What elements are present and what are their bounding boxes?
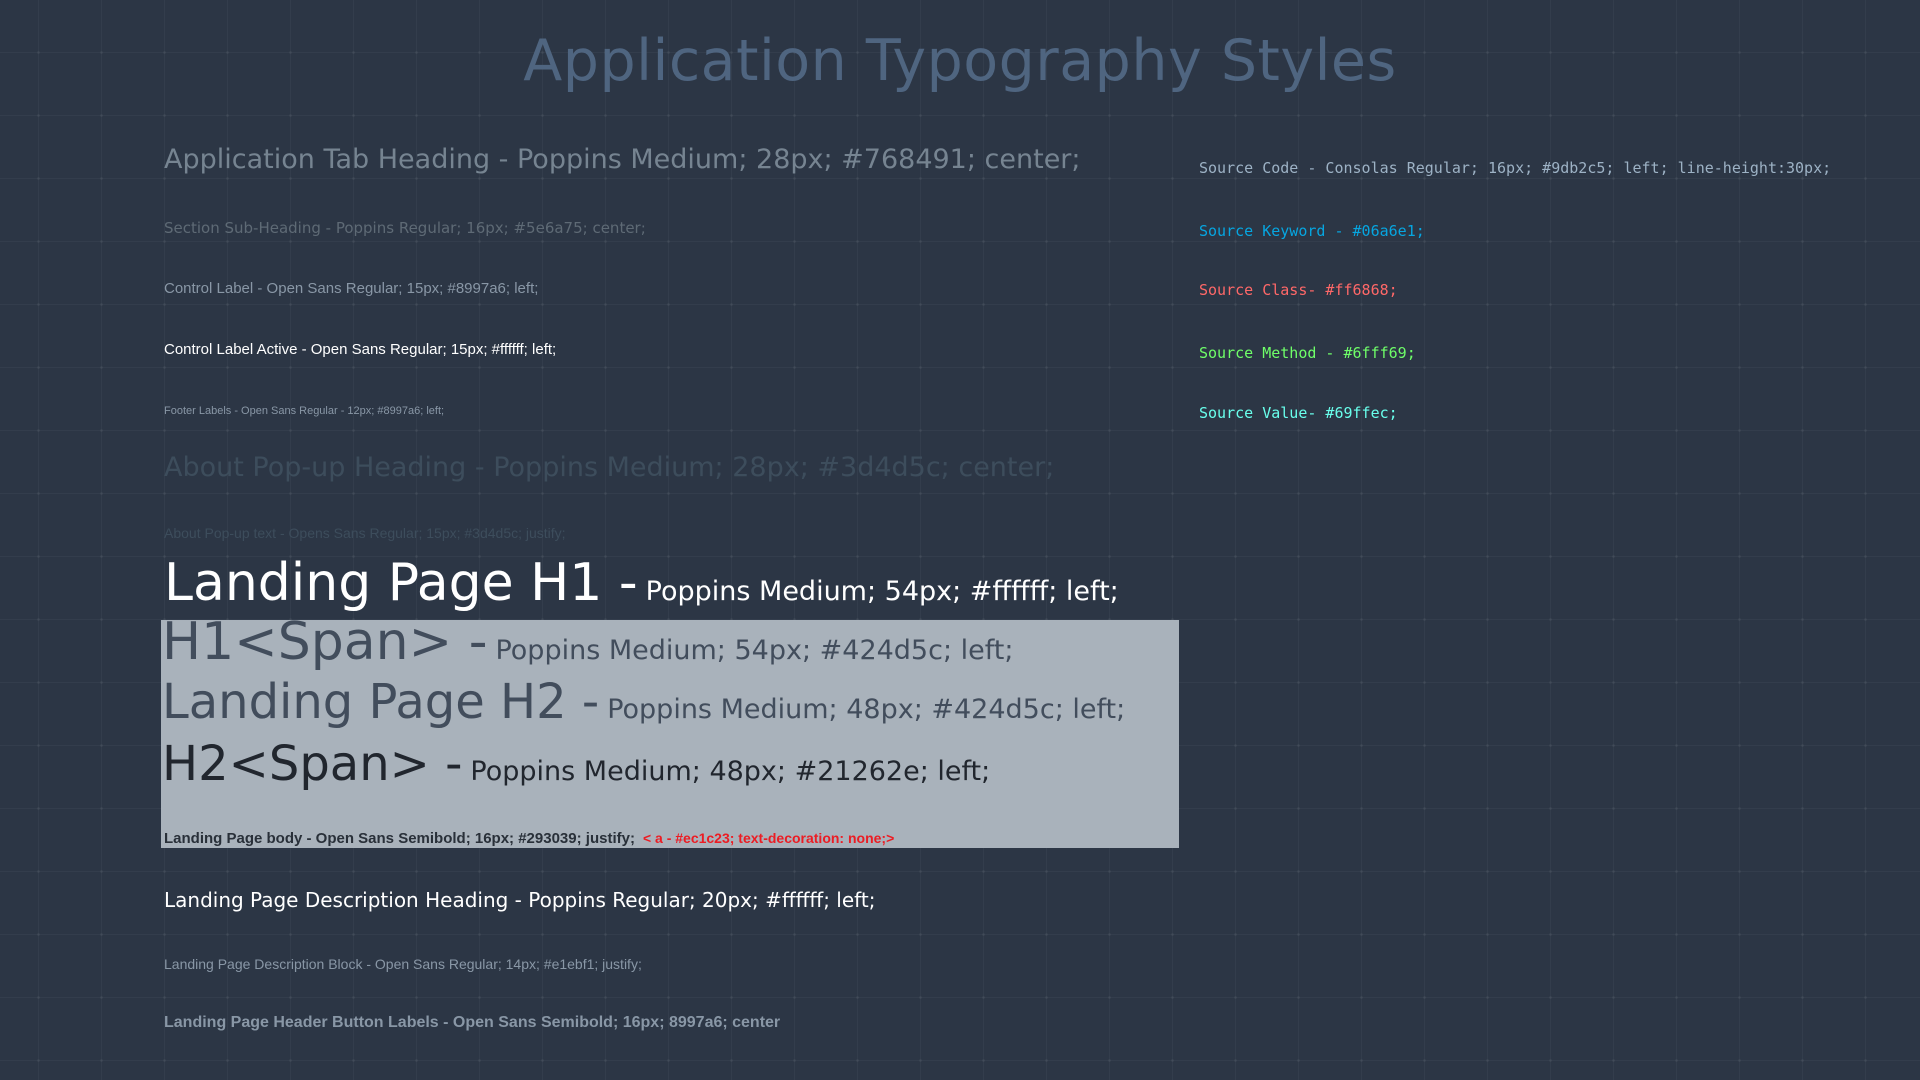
body-link-sample[interactable]: < a - #ec1c23; text-decoration: none;> <box>643 830 894 846</box>
description-heading-sample: Landing Page Description Heading - Poppi… <box>164 888 876 912</box>
landing-h2-sample: Landing Page H2 - Poppins Medium; 48px; #… <box>162 674 1125 730</box>
h2-span-sample: H2<Span> - Poppins Medium; 48px; #21262e;… <box>162 736 990 792</box>
h1-span-spec: Poppins Medium; 54px; #424d5c; left; <box>495 635 1014 666</box>
landing-body-text: Landing Page body - Open Sans Semibold; … <box>164 830 635 847</box>
source-keyword-sample: Source Keyword - #06a6e1; <box>1199 222 1425 240</box>
h2-span-label: H2<Span> - <box>162 736 463 792</box>
h1-span-label: H1<Span> - <box>162 612 488 672</box>
landing-h1-sample: Landing Page H1 - Poppins Medium; 54px; #… <box>164 553 1119 613</box>
source-code-sample: Source Code - Consolas Regular; 16px; #9… <box>1199 159 1832 177</box>
control-label-active-sample: Control Label Active - Open Sans Regular… <box>164 341 557 358</box>
h1-span-sample: H1<Span> - Poppins Medium; 54px; #424d5c;… <box>162 612 1013 672</box>
page-title: Application Typography Styles <box>523 28 1397 94</box>
control-label-sample: Control Label - Open Sans Regular; 15px;… <box>164 280 539 297</box>
header-button-labels-sample: Landing Page Header Button Labels - Open… <box>164 1014 781 1031</box>
landing-h1-label: Landing Page H1 - <box>164 553 638 613</box>
tab-heading-sample: Application Tab Heading - Poppins Medium… <box>164 144 1081 175</box>
landing-body-sample: Landing Page body - Open Sans Semibold; … <box>164 830 894 847</box>
landing-h2-spec: Poppins Medium; 48px; #424d5c; left; <box>607 694 1126 725</box>
description-block-sample: Landing Page Description Block - Open Sa… <box>164 956 642 972</box>
about-popup-heading-sample: About Pop-up Heading - Poppins Medium; 2… <box>164 452 1055 483</box>
landing-h2-label: Landing Page H2 - <box>162 674 600 730</box>
section-sub-heading-sample: Section Sub-Heading - Poppins Regular; 1… <box>164 219 646 237</box>
source-value-sample: Source Value- #69ffec; <box>1199 404 1398 422</box>
source-method-sample: Source Method - #6fff69; <box>1199 344 1416 362</box>
footer-label-sample: Footer Labels - Open Sans Regular - 12px… <box>164 405 445 417</box>
h2-span-spec: Poppins Medium; 48px; #21262e; left; <box>470 756 991 787</box>
source-class-sample: Source Class- #ff6868; <box>1199 281 1398 299</box>
about-popup-text-sample: About Pop-up text - Opens Sans Regular; … <box>164 525 566 541</box>
landing-h1-spec: Poppins Medium; 54px; #ffffff; left; <box>645 576 1119 607</box>
